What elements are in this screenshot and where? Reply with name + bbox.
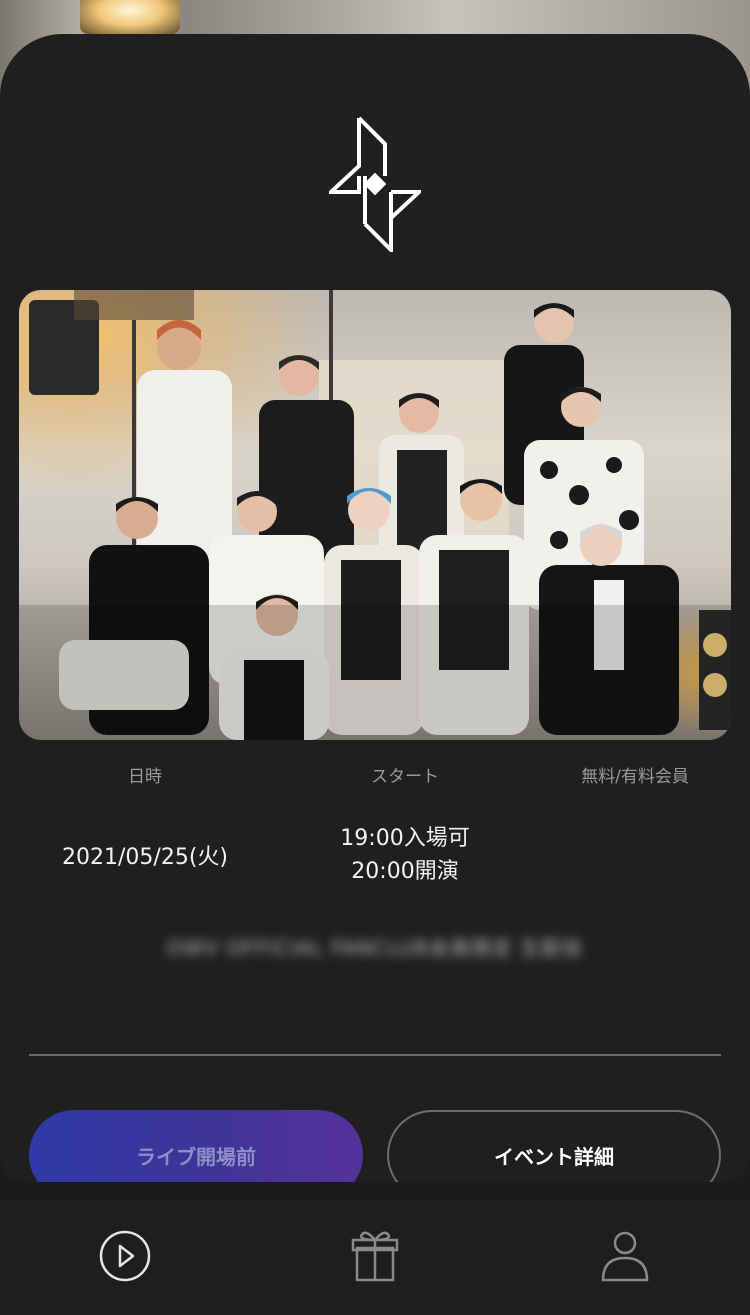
start-label: スタート xyxy=(371,767,439,787)
doors-open-time: 19:00入場可 xyxy=(340,826,470,851)
event-times: 19:00入場可 20:00開演 xyxy=(310,822,500,888)
membership-label: 無料/有料会員 xyxy=(581,767,689,787)
event-details-button[interactable]: イベント詳細 xyxy=(387,1110,721,1182)
divider xyxy=(29,1054,721,1056)
user-icon[interactable] xyxy=(597,1226,653,1286)
gift-icon[interactable] xyxy=(347,1226,403,1286)
event-date: 2021/05/25(火) xyxy=(62,845,228,870)
event-hero-image xyxy=(19,290,731,740)
studio-lamp xyxy=(80,0,180,34)
blurred-notice: OWV OFFICIAL FANCLUB会員限定 生配信 xyxy=(166,936,584,960)
live-before-open-button[interactable]: ライブ開場前 xyxy=(29,1110,363,1182)
play-circle-icon[interactable] xyxy=(97,1226,153,1286)
hero-bottom-shade xyxy=(19,605,731,740)
date-label: 日時 xyxy=(128,767,162,787)
event-card: 日時 スタート 無料/有料会員 2021/05/25(火) 19:00入場可 2… xyxy=(0,34,750,1182)
group-logo xyxy=(329,116,421,252)
show-start-time: 20:00開演 xyxy=(351,859,459,884)
